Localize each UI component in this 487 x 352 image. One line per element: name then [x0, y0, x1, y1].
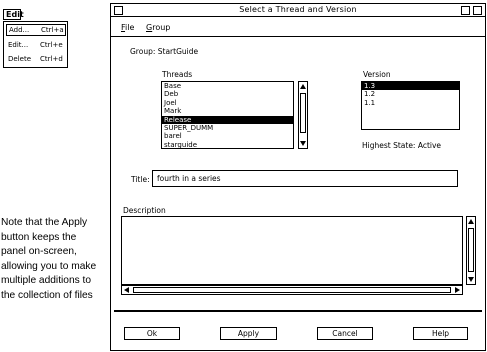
list-item[interactable]: 1.2: [362, 90, 459, 98]
threads-label: Threads: [162, 70, 193, 79]
description-vscrollbar[interactable]: [466, 216, 476, 285]
edit-menu-item-delete[interactable]: Delete Ctrl+d: [6, 53, 66, 65]
list-item[interactable]: Joel: [162, 99, 293, 107]
menubar: File Group: [111, 18, 485, 37]
title-field-label: Title:: [131, 175, 150, 184]
edit-menu-item-add[interactable]: Add... Ctrl+a: [6, 24, 66, 36]
list-item[interactable]: Base: [162, 82, 293, 90]
scroll-right-icon[interactable]: [453, 286, 462, 294]
threads-list[interactable]: Base Deb Joel Mark Release SUPER_DUMM ba…: [161, 81, 294, 149]
menu-item-label: Add...: [9, 26, 30, 34]
threads-scrollbar[interactable]: [298, 81, 308, 149]
edit-menu-dropdown: Add... Ctrl+a Edit... Ctrl+e Delete Ctrl+d: [3, 21, 68, 68]
ok-button[interactable]: Ok: [124, 327, 180, 340]
list-item-selected[interactable]: Release: [162, 115, 293, 124]
minimize-icon[interactable]: [461, 6, 470, 15]
menu-group-label: roup: [152, 23, 171, 32]
scroll-left-icon[interactable]: [122, 286, 131, 294]
separator: [114, 310, 482, 312]
version-label: Version: [363, 70, 391, 79]
list-item[interactable]: 1.1: [362, 99, 459, 107]
list-item-selected[interactable]: 1.3: [362, 82, 459, 91]
annotation-note: Note that the Apply button keeps the pan…: [1, 217, 97, 301]
maximize-icon[interactable]: [473, 6, 482, 15]
list-item[interactable]: barel: [162, 132, 293, 140]
select-thread-dialog: Select a Thread and Version File Group G…: [110, 3, 486, 351]
scroll-up-icon[interactable]: [299, 82, 307, 91]
list-item[interactable]: Deb: [162, 90, 293, 98]
scroll-down-icon[interactable]: [299, 139, 307, 148]
scroll-thumb[interactable]: [300, 93, 306, 133]
edit-menu-title[interactable]: Edit: [3, 9, 24, 20]
cancel-button[interactable]: Cancel: [317, 327, 373, 340]
group-label: Group: StartGuide: [130, 47, 199, 56]
highest-state-label: Highest State: Active: [362, 141, 442, 150]
edit-menu-item-edit[interactable]: Edit... Ctrl+e: [6, 39, 66, 51]
list-item[interactable]: SUPER_DUMM: [162, 124, 293, 132]
apply-button[interactable]: Apply: [220, 327, 277, 340]
menu-item-label: Delete: [8, 55, 31, 63]
help-button[interactable]: Help: [413, 327, 468, 340]
list-item[interactable]: starguide: [162, 141, 293, 148]
scroll-thumb[interactable]: [133, 287, 451, 293]
menu-item-shortcut: Ctrl+d: [40, 55, 63, 63]
description-textarea[interactable]: [121, 216, 463, 285]
scroll-up-icon[interactable]: [467, 217, 475, 226]
scroll-down-icon[interactable]: [467, 275, 475, 284]
menu-item-label: Edit...: [8, 41, 29, 49]
list-item[interactable]: Mark: [162, 107, 293, 115]
scroll-thumb[interactable]: [468, 228, 474, 272]
menu-item-shortcut: Ctrl+e: [40, 41, 63, 49]
window-title: Select a Thread and Version: [239, 5, 357, 14]
title-input[interactable]: fourth in a series: [152, 170, 458, 187]
version-list[interactable]: 1.3 1.2 1.1: [361, 81, 460, 130]
description-label: Description: [123, 206, 166, 215]
menu-file-label: ile: [125, 23, 135, 32]
menu-file[interactable]: File: [121, 23, 134, 32]
menu-item-shortcut: Ctrl+a: [41, 26, 64, 34]
title-bar[interactable]: Select a Thread and Version: [111, 4, 485, 17]
menu-group[interactable]: Group: [146, 23, 170, 32]
description-hscrollbar[interactable]: [121, 285, 463, 295]
